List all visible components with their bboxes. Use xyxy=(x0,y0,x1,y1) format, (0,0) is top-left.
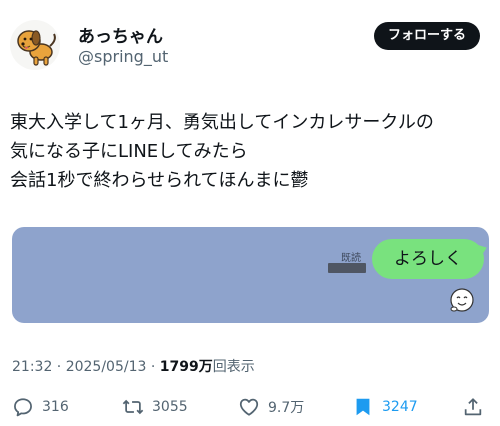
tweet-meta: 21:32 · 2025/05/13 · 1799万回表示 xyxy=(12,356,255,376)
bookmark-count: 3247 xyxy=(382,399,418,415)
chat-bubble: よろしく xyxy=(372,239,484,279)
like-count: 9.7万 xyxy=(268,400,305,416)
share-button[interactable] xyxy=(462,396,484,418)
reply-icon xyxy=(14,398,32,417)
author-handle[interactable]: @spring_ut xyxy=(78,47,168,66)
follow-button[interactable]: フォローする xyxy=(373,22,480,50)
repost-icon xyxy=(122,399,144,415)
avatar[interactable] xyxy=(10,20,60,70)
author-name[interactable]: あっちゃん xyxy=(78,22,163,47)
repost-count: 3055 xyxy=(152,399,188,415)
bookmark-button[interactable]: 3247 xyxy=(352,396,418,418)
view-count: 1799万 xyxy=(159,359,213,375)
bookmark-icon xyxy=(356,398,370,416)
tweet: あっちゃん @spring_ut フォローする 東大入学して1ヶ月、勇気出してイ… xyxy=(0,0,500,426)
tweet-timestamp[interactable]: 21:32 · 2025/05/13 · xyxy=(12,359,160,375)
sticker-face-icon xyxy=(450,288,474,312)
heart-icon xyxy=(239,398,259,416)
tweet-text-line: 気になる子にLINEしてみたら xyxy=(10,141,248,162)
reply-button[interactable]: 316 xyxy=(12,396,69,418)
tweet-text-line: 東大入学して1ヶ月、勇気出してインカレサークルの xyxy=(10,112,434,133)
reply-count: 316 xyxy=(42,399,69,415)
view-label: 回表示 xyxy=(212,359,255,375)
share-icon xyxy=(464,398,482,416)
repost-button[interactable]: 3055 xyxy=(122,396,188,418)
tweet-image[interactable]: 既読 よろしく xyxy=(12,227,489,323)
dog-icon xyxy=(17,30,56,66)
redacted-timestamp xyxy=(328,263,366,273)
like-button[interactable]: 9.7万 xyxy=(238,396,304,418)
tweet-text-line: 会話1秒で終わらせられてほんまに鬱 xyxy=(10,170,309,191)
tweet-text: 東大入学して1ヶ月、勇気出してインカレサークルの 気になる子にLINEしてみたら… xyxy=(10,108,495,195)
read-receipt-label: 既読 xyxy=(341,253,361,264)
